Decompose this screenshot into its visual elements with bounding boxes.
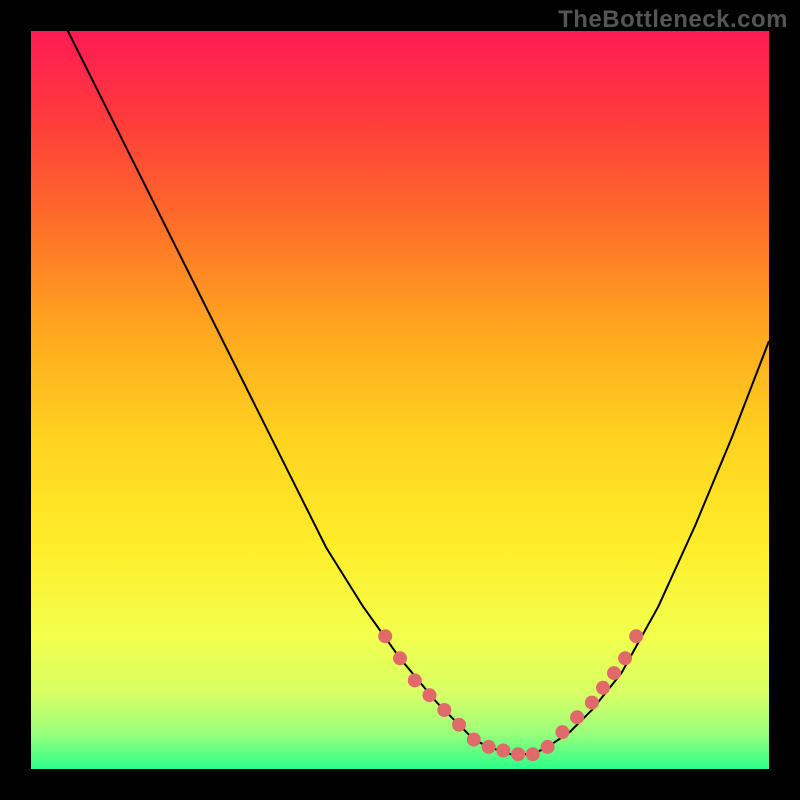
data-marker bbox=[585, 696, 599, 710]
data-marker bbox=[618, 651, 632, 665]
data-marker bbox=[570, 710, 584, 724]
watermark-text: TheBottleneck.com bbox=[558, 6, 788, 34]
data-marker bbox=[452, 718, 466, 732]
data-marker bbox=[408, 673, 422, 687]
data-marker bbox=[526, 747, 540, 761]
chart-frame bbox=[31, 31, 769, 769]
data-marker bbox=[596, 681, 610, 695]
data-marker bbox=[607, 666, 621, 680]
data-marker bbox=[496, 744, 510, 758]
data-marker bbox=[482, 740, 496, 754]
bottleneck-curve bbox=[31, 0, 769, 754]
data-marker bbox=[541, 740, 555, 754]
data-marker bbox=[393, 651, 407, 665]
data-marker bbox=[423, 688, 437, 702]
data-marker bbox=[378, 629, 392, 643]
chart-svg bbox=[31, 31, 769, 769]
data-marker bbox=[629, 629, 643, 643]
data-marker bbox=[467, 733, 481, 747]
data-marker bbox=[555, 725, 569, 739]
data-marker bbox=[511, 747, 525, 761]
data-marker bbox=[437, 703, 451, 717]
